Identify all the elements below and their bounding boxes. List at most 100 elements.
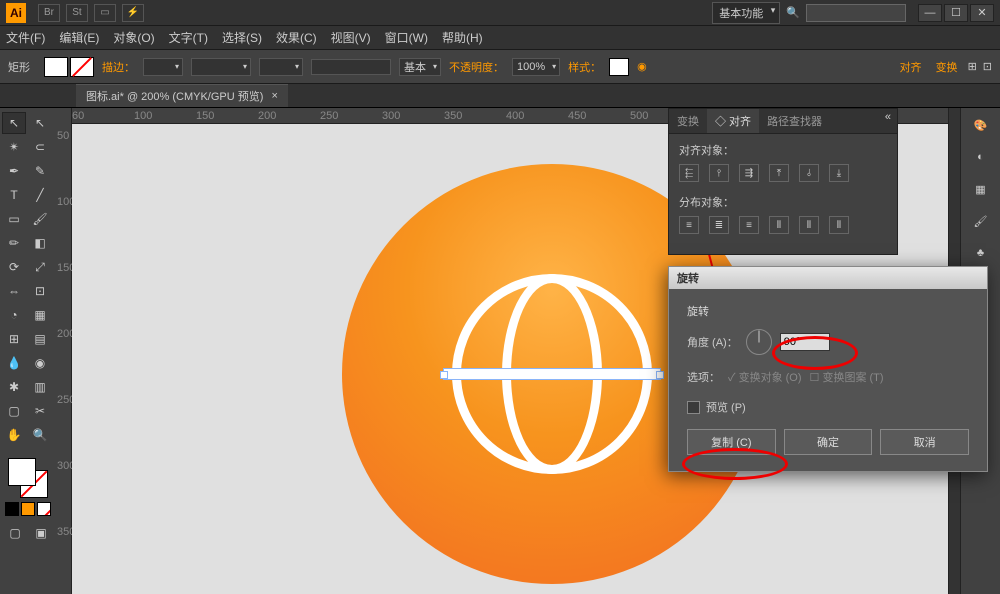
- tab-close-icon[interactable]: ×: [271, 90, 277, 102]
- selected-rectangle[interactable]: [443, 368, 661, 380]
- align-hcenter-icon[interactable]: ⫯: [709, 164, 729, 182]
- angle-dial[interactable]: [746, 329, 772, 355]
- menu-object[interactable]: 对象(O): [113, 29, 154, 46]
- curvature-tool[interactable]: ✎: [28, 160, 52, 182]
- recolor-icon[interactable]: ◉: [637, 60, 647, 73]
- transform-link[interactable]: 变换: [932, 57, 962, 77]
- align-left-icon[interactable]: ⬱: [679, 164, 699, 182]
- align-bottom-icon[interactable]: ⤓: [829, 164, 849, 182]
- brush-dropdown[interactable]: [259, 58, 303, 76]
- stroke-style-preview[interactable]: [311, 59, 391, 75]
- isolate-icon[interactable]: ⊞: [968, 60, 977, 73]
- width-tool[interactable]: ⇔: [2, 280, 26, 302]
- rotate-tool[interactable]: ⟳: [2, 256, 26, 278]
- opt-transform-objects[interactable]: 变换对象 (O): [739, 372, 802, 384]
- hand-tool[interactable]: ✋: [2, 424, 26, 446]
- direct-select-tool[interactable]: ↖: [28, 112, 52, 134]
- screen-mode-full[interactable]: ▣: [29, 522, 53, 544]
- screen-mode-normal[interactable]: ▢: [3, 522, 27, 544]
- tab-transform[interactable]: 变换: [669, 109, 707, 133]
- artboard-tool[interactable]: ▢: [2, 400, 26, 422]
- shape-builder-tool[interactable]: ◔: [2, 304, 26, 326]
- cancel-button[interactable]: 取消: [880, 429, 969, 455]
- style-swatch[interactable]: [609, 58, 629, 76]
- maximize-button[interactable]: ☐: [944, 4, 968, 22]
- slice-tool[interactable]: ✂: [28, 400, 52, 422]
- selection-tool[interactable]: ↖: [2, 112, 26, 134]
- distribute-vcenter-icon[interactable]: ≣: [709, 216, 729, 234]
- type-tool[interactable]: T: [2, 184, 26, 206]
- tab-align[interactable]: ◇ 对齐: [707, 109, 759, 133]
- magic-wand-tool[interactable]: ✴: [2, 136, 26, 158]
- color-mode-gradient[interactable]: [21, 502, 35, 516]
- stroke-weight-dropdown[interactable]: [143, 58, 183, 76]
- lasso-tool[interactable]: ⊂: [28, 136, 52, 158]
- distribute-bottom-icon[interactable]: ≡: [739, 216, 759, 234]
- rectangle-tool[interactable]: ▭: [2, 208, 26, 230]
- scale-tool[interactable]: ⤢: [28, 256, 52, 278]
- menu-file[interactable]: 文件(F): [6, 29, 45, 46]
- menu-window[interactable]: 窗口(W): [385, 29, 428, 46]
- color-mode-solid[interactable]: [5, 502, 19, 516]
- eyedropper-tool[interactable]: 💧: [2, 352, 26, 374]
- line-tool[interactable]: ╱: [28, 184, 52, 206]
- symbol-sprayer-tool[interactable]: ✱: [2, 376, 26, 398]
- menu-view[interactable]: 视图(V): [331, 29, 371, 46]
- blend-tool[interactable]: ◉: [28, 352, 52, 374]
- gpu-button[interactable]: ⚡: [122, 4, 144, 22]
- close-button[interactable]: ✕: [970, 4, 994, 22]
- align-right-icon[interactable]: ⇶: [739, 164, 759, 182]
- distribute-hcenter-icon[interactable]: ⦀: [799, 216, 819, 234]
- document-tab[interactable]: 图标.ai* @ 200% (CMYK/GPU 预览) ×: [76, 84, 288, 107]
- more-icon[interactable]: ⊡: [983, 60, 992, 73]
- workspace-dropdown[interactable]: 基本功能: [712, 2, 780, 24]
- fill-swatch[interactable]: [44, 57, 68, 77]
- bridge-button[interactable]: Br: [38, 4, 60, 22]
- menu-effect[interactable]: 效果(C): [276, 29, 317, 46]
- align-vcenter-icon[interactable]: ⫰: [799, 164, 819, 182]
- opacity-input[interactable]: 100%: [512, 58, 560, 76]
- symbols-panel-icon[interactable]: ♣: [970, 242, 992, 264]
- color-guide-icon[interactable]: ◐: [970, 146, 992, 168]
- menu-select[interactable]: 选择(S): [222, 29, 262, 46]
- tab-pathfinder[interactable]: 路径查找器: [759, 109, 830, 133]
- distribute-right-icon[interactable]: ⦀: [829, 216, 849, 234]
- stock-button[interactable]: St: [66, 4, 88, 22]
- distribute-top-icon[interactable]: ≡: [679, 216, 699, 234]
- minimize-button[interactable]: —: [918, 4, 942, 22]
- eraser-tool[interactable]: ◧: [28, 232, 52, 254]
- perspective-tool[interactable]: ▦: [28, 304, 52, 326]
- panel-collapse-icon[interactable]: «: [879, 109, 897, 133]
- graph-tool[interactable]: ▥: [28, 376, 52, 398]
- arrange-button[interactable]: ▭: [94, 4, 116, 22]
- menu-help[interactable]: 帮助(H): [442, 29, 483, 46]
- copy-button[interactable]: 复制 (C): [687, 429, 776, 455]
- color-mode-none[interactable]: [37, 502, 51, 516]
- align-top-icon[interactable]: ⤒: [769, 164, 789, 182]
- color-panel-icon[interactable]: 🎨: [970, 114, 992, 136]
- swatches-panel-icon[interactable]: ▦: [970, 178, 992, 200]
- align-section-label: 对齐对象：: [679, 142, 887, 158]
- angle-input[interactable]: [780, 333, 830, 351]
- free-transform-tool[interactable]: ⊡: [28, 280, 52, 302]
- zoom-tool[interactable]: 🔍: [28, 424, 52, 446]
- pencil-tool[interactable]: ✏: [2, 232, 26, 254]
- align-link[interactable]: 对齐: [896, 57, 926, 77]
- fill-stroke-indicator[interactable]: [8, 458, 48, 498]
- preview-checkbox[interactable]: [687, 401, 700, 414]
- distribute-left-icon[interactable]: ⦀: [769, 216, 789, 234]
- search-input[interactable]: [806, 4, 906, 22]
- menu-edit[interactable]: 编辑(E): [59, 29, 99, 46]
- brushes-panel-icon[interactable]: 🖌: [970, 210, 992, 232]
- pen-tool[interactable]: ✒: [2, 160, 26, 182]
- opt-transform-patterns[interactable]: 变换图案 (T): [822, 372, 883, 384]
- menu-type[interactable]: 文字(T): [169, 29, 208, 46]
- ok-button[interactable]: 确定: [784, 429, 873, 455]
- stroke-width-profile[interactable]: [191, 58, 251, 76]
- profile-dropdown[interactable]: 基本: [399, 58, 441, 76]
- mesh-tool[interactable]: ⊞: [2, 328, 26, 350]
- dialog-title[interactable]: 旋转: [669, 267, 987, 289]
- brush-tool[interactable]: 🖌: [28, 208, 52, 230]
- gradient-tool[interactable]: ▤: [28, 328, 52, 350]
- stroke-swatch[interactable]: [70, 57, 94, 77]
